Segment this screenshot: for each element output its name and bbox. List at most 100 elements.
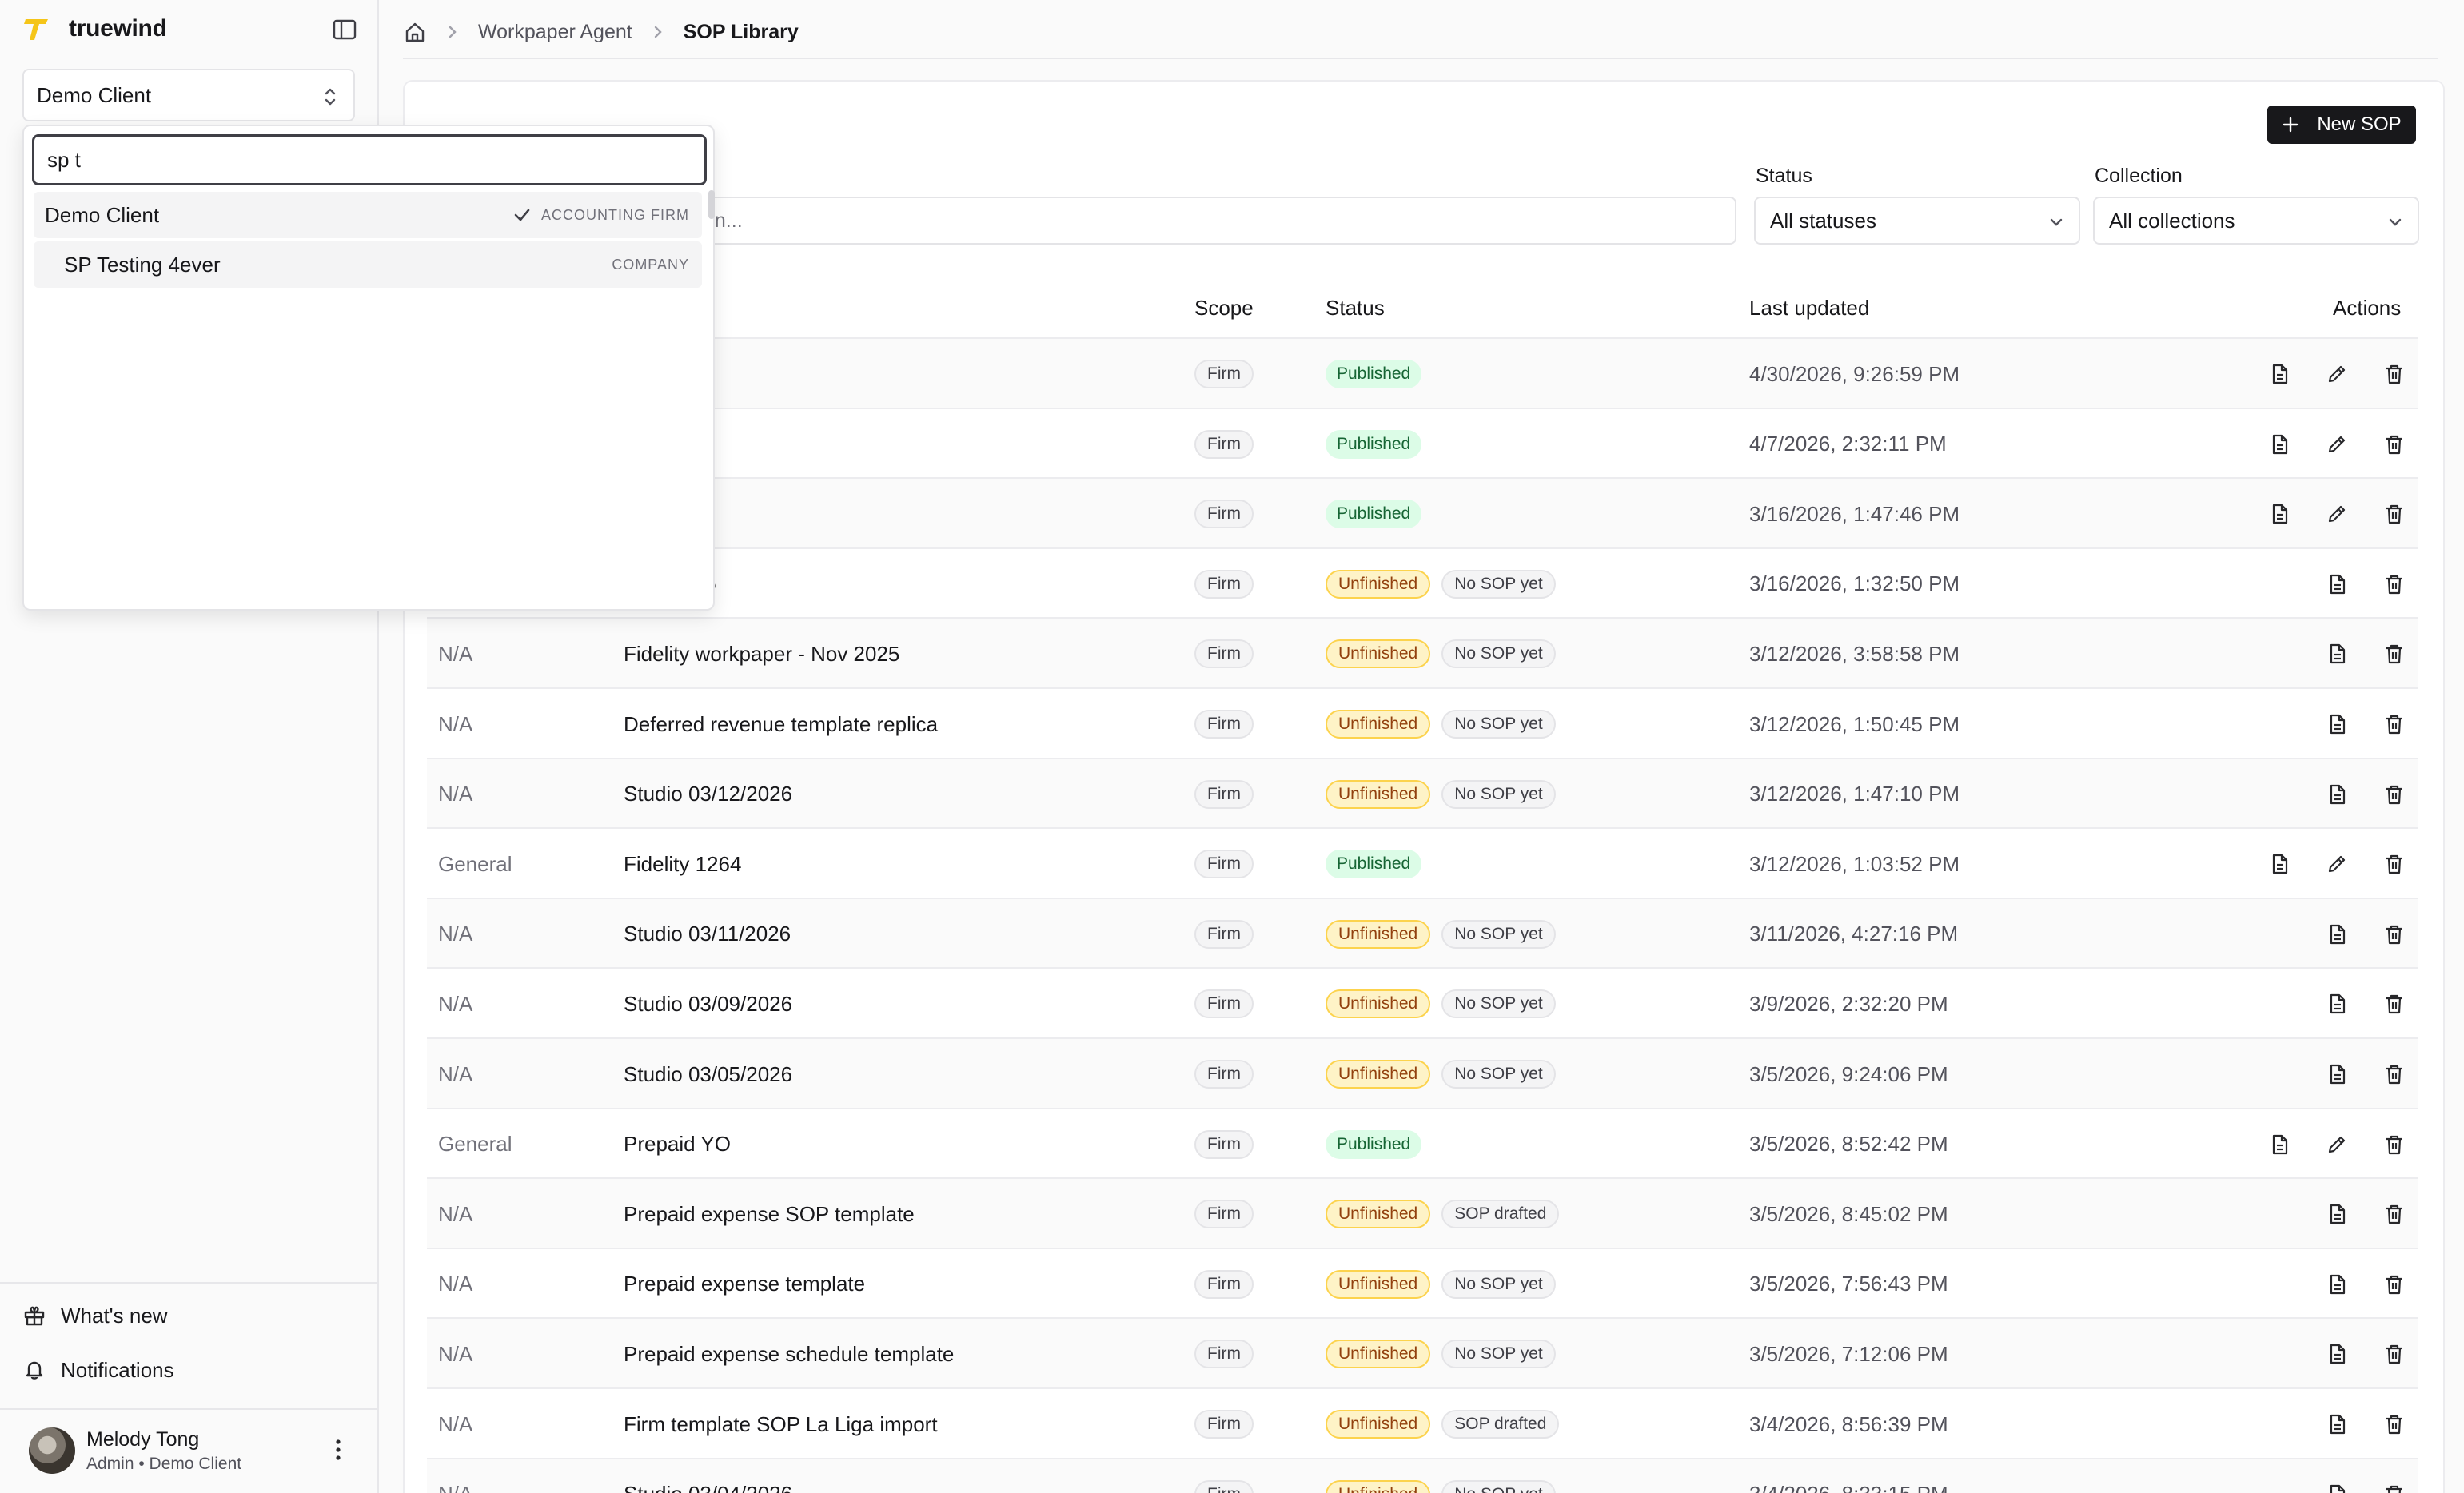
client-search-input[interactable]: sp t xyxy=(32,134,707,185)
dropdown-scrollbar[interactable] xyxy=(708,190,715,219)
edit-pencil-icon[interactable] xyxy=(2325,1133,2349,1157)
delete-trash-icon[interactable] xyxy=(2382,1483,2406,1493)
column-header-last-updated[interactable]: Last updated xyxy=(1749,296,1869,320)
row-name[interactable]: Prepaid YO xyxy=(624,1109,731,1180)
row-name[interactable]: Prepaid expense schedule template xyxy=(624,1319,954,1389)
view-document-icon[interactable] xyxy=(2267,852,2291,876)
row-name[interactable]: Prepaid expense template xyxy=(624,1249,865,1320)
table-row[interactable]: rokerageFirmPublished4/30/2026, 9:26:59 … xyxy=(427,337,2418,408)
notifications-link[interactable]: Notifications xyxy=(22,1352,174,1387)
sidebar-toggle-icon[interactable] xyxy=(331,16,358,43)
status-filter-select[interactable]: All statuses xyxy=(1754,197,2080,245)
delete-trash-icon[interactable] xyxy=(2382,712,2406,736)
delete-trash-icon[interactable] xyxy=(2382,782,2406,806)
delete-trash-icon[interactable] xyxy=(2382,1272,2406,1296)
delete-trash-icon[interactable] xyxy=(2382,852,2406,876)
table-row[interactable]: N/A Prepaid expense template Firm Unfinishe… xyxy=(427,1247,2418,1320)
delete-trash-icon[interactable] xyxy=(2382,642,2406,666)
delete-trash-icon[interactable] xyxy=(2382,1412,2406,1436)
table-row[interactable]: N/A Prepaid expense SOP template Firm Unfin… xyxy=(427,1177,2418,1248)
view-document-icon[interactable] xyxy=(2325,1272,2349,1296)
edit-pencil-icon[interactable] xyxy=(2325,432,2349,456)
view-document-icon[interactable] xyxy=(2325,642,2349,666)
edit-pencil-icon[interactable] xyxy=(2325,362,2349,386)
view-document-icon[interactable] xyxy=(2325,1412,2349,1436)
view-document-icon[interactable] xyxy=(2267,502,2291,526)
user-profile[interactable]: Melody Tong Admin • Demo Client xyxy=(29,1424,241,1477)
home-icon[interactable] xyxy=(403,20,427,44)
scope-badge: Firm xyxy=(1194,989,1254,1019)
table-row[interactable]: N/A Studio 03/09/2026 Firm Unfinished No SOP… xyxy=(427,967,2418,1037)
table-row[interactable]: 264 NewFirmPublished3/16/2026, 1:47:46 P… xyxy=(427,477,2418,548)
delete-trash-icon[interactable] xyxy=(2382,502,2406,526)
column-header-scope[interactable]: Scope xyxy=(1194,296,1254,320)
table-row[interactable]: N/A Prepaid expense schedule template Firm… xyxy=(427,1317,2418,1389)
row-name[interactable]: Studio 03/11/2026 xyxy=(624,899,791,969)
status-badge: Unfinished xyxy=(1326,639,1431,669)
view-document-icon[interactable] xyxy=(2325,922,2349,946)
table-row[interactable]: 3/16/2026FirmUnfinishedNo SOP yet3/16/20… xyxy=(427,547,2418,618)
delete-trash-icon[interactable] xyxy=(2382,362,2406,386)
edit-pencil-icon[interactable] xyxy=(2325,502,2349,526)
delete-trash-icon[interactable] xyxy=(2382,1202,2406,1226)
more-vertical-icon[interactable] xyxy=(326,1435,350,1464)
delete-trash-icon[interactable] xyxy=(2382,1133,2406,1157)
row-last-updated: 3/5/2026, 8:52:42 PM xyxy=(1749,1132,1948,1157)
row-name[interactable]: Deferred revenue template replica xyxy=(624,689,938,759)
view-document-icon[interactable] xyxy=(2325,992,2349,1016)
row-last-updated: 4/7/2026, 2:32:11 PM xyxy=(1749,432,1947,456)
delete-trash-icon[interactable] xyxy=(2382,1062,2406,1086)
view-document-icon[interactable] xyxy=(2325,1202,2349,1226)
collection-filter-select[interactable]: All collections xyxy=(2093,197,2419,245)
view-document-icon[interactable] xyxy=(2267,362,2291,386)
row-name[interactable]: Prepaid expense SOP template xyxy=(624,1179,915,1249)
table-row[interactable]: General Fidelity 1264 Firm Published 3/12/20… xyxy=(427,827,2418,898)
delete-trash-icon[interactable] xyxy=(2382,922,2406,946)
user-name: Melody Tong xyxy=(86,1427,200,1451)
status-badge: Unfinished xyxy=(1326,710,1431,739)
table-row[interactable]: General Prepaid YO Firm Published 3/5/2026, … xyxy=(427,1107,2418,1180)
view-document-icon[interactable] xyxy=(2325,1483,2349,1493)
breadcrumb-parent[interactable]: Workpaper Agent xyxy=(478,21,632,44)
status-badge: Unfinished xyxy=(1326,569,1431,599)
table-row[interactable]: Firm Published 4/7/2026, 2:32:11 PM xyxy=(427,407,2418,478)
view-document-icon[interactable] xyxy=(2267,432,2291,456)
table-row[interactable]: N/A Firm template SOP La Liga import Firm U… xyxy=(427,1387,2418,1458)
dropdown-item-sp-testing[interactable]: SP Testing 4ever COMPANY xyxy=(34,241,702,288)
row-name[interactable]: Studio 03/12/2026 xyxy=(624,759,792,830)
column-header-status[interactable]: Status xyxy=(1326,296,1385,320)
whats-new-link[interactable]: What's new xyxy=(22,1298,168,1333)
row-name[interactable]: Fidelity 1264 xyxy=(624,829,741,899)
search-input[interactable]: on... xyxy=(688,197,1736,245)
row-name[interactable]: Studio 03/04/2026 xyxy=(624,1459,792,1493)
dropdown-item-demo-client[interactable]: Demo Client ACCOUNTING FIRM xyxy=(34,192,702,238)
edit-pencil-icon[interactable] xyxy=(2325,852,2349,876)
delete-trash-icon[interactable] xyxy=(2382,432,2406,456)
row-name[interactable]: Studio 03/09/2026 xyxy=(624,969,792,1039)
row-name[interactable]: Studio 03/05/2026 xyxy=(624,1039,792,1109)
row-status: Unfinished No SOP yet xyxy=(1326,969,1567,1039)
table-row[interactable]: N/A Studio 03/04/2026 Firm Unfinished No SOP… xyxy=(427,1457,2418,1493)
row-name[interactable]: Firm template SOP La Liga import xyxy=(624,1389,938,1459)
scope-badge: Firm xyxy=(1194,1200,1254,1229)
view-document-icon[interactable] xyxy=(2325,1062,2349,1086)
view-document-icon[interactable] xyxy=(2325,782,2349,806)
view-document-icon[interactable] xyxy=(2325,1342,2349,1366)
table-row[interactable]: N/A Studio 03/11/2026 Firm Unfinished No SOP… xyxy=(427,897,2418,969)
sop-progress-badge: No SOP yet xyxy=(1441,569,1556,599)
client-selector[interactable]: Demo Client xyxy=(22,69,355,121)
new-sop-button[interactable]: New SOP xyxy=(2267,106,2416,144)
table-row[interactable]: N/A Studio 03/05/2026 Firm Unfinished No SOP… xyxy=(427,1037,2418,1108)
view-document-icon[interactable] xyxy=(2325,712,2349,736)
delete-trash-icon[interactable] xyxy=(2382,572,2406,596)
delete-trash-icon[interactable] xyxy=(2382,992,2406,1016)
view-document-icon[interactable] xyxy=(2325,572,2349,596)
row-name[interactable]: Fidelity workpaper - Nov 2025 xyxy=(624,619,899,689)
table-row[interactable]: N/A Deferred revenue template replica Firm… xyxy=(427,687,2418,758)
delete-trash-icon[interactable] xyxy=(2382,1342,2406,1366)
brand[interactable]: truewind xyxy=(22,14,167,43)
table-row[interactable]: N/A Fidelity workpaper - Nov 2025 Firm Unfi… xyxy=(427,617,2418,689)
row-status: Unfinished No SOP yet xyxy=(1326,689,1567,759)
table-row[interactable]: N/A Studio 03/12/2026 Firm Unfinished No SOP… xyxy=(427,757,2418,830)
view-document-icon[interactable] xyxy=(2267,1133,2291,1157)
